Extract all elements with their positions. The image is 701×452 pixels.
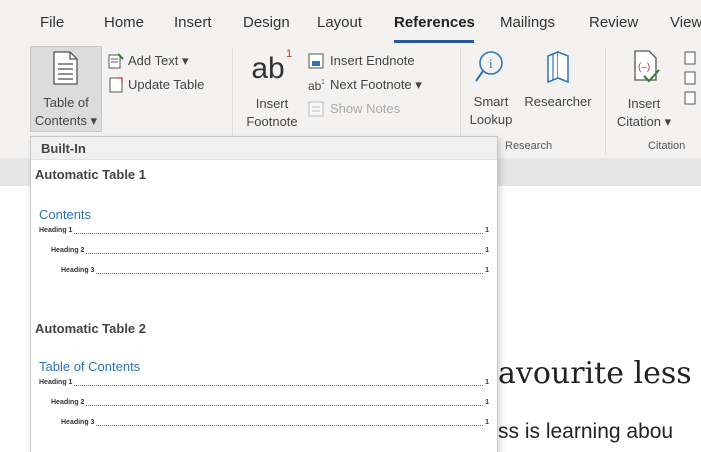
- automatic-table-2-option[interactable]: Automatic Table 2 Table of Contents Head…: [31, 315, 497, 452]
- document-body-text[interactable]: ss is learning abou: [498, 420, 673, 444]
- add-text-button[interactable]: Add Text ▾: [106, 52, 226, 70]
- researcher-button[interactable]: Researcher: [520, 46, 596, 130]
- insert-endnote-icon: [308, 53, 324, 69]
- toc-preview-title: Contents: [39, 207, 92, 222]
- insert-citation-line2: Citation ▾: [616, 114, 672, 129]
- next-footnote-button[interactable]: ab 1 Next Footnote ▾: [308, 76, 458, 94]
- show-notes-icon: [308, 101, 324, 117]
- word-window: File Home Insert Design Layout Reference…: [0, 0, 701, 452]
- research-group-label: Research: [505, 140, 553, 152]
- tab-insert[interactable]: Insert: [174, 14, 212, 31]
- insert-endnote-button[interactable]: Insert Endnote: [308, 52, 448, 70]
- tab-view[interactable]: View: [670, 14, 701, 31]
- tab-layout[interactable]: Layout: [317, 14, 362, 31]
- automatic-table-1-option[interactable]: Automatic Table 1 Contents Heading 1 1 H…: [31, 161, 497, 311]
- insert-endnote-label: Insert Endnote: [330, 53, 415, 68]
- table-of-contents-icon: [53, 51, 78, 85]
- tab-mailings[interactable]: Mailings: [500, 14, 555, 31]
- svg-text:(–): (–): [638, 62, 650, 73]
- active-tab-indicator: [394, 40, 474, 43]
- svg-text:1: 1: [321, 79, 325, 86]
- insert-citation-button[interactable]: (–) Insert Citation ▾: [612, 46, 676, 130]
- update-table-icon: [109, 77, 123, 93]
- tab-references[interactable]: References: [394, 14, 475, 31]
- add-text-label: Add Text ▾: [128, 53, 189, 68]
- next-footnote-label: Next Footnote ▾: [330, 77, 422, 92]
- toc-preview-entry: Heading 2 1: [51, 399, 489, 407]
- citations-group-label: Citation: [648, 140, 686, 152]
- tab-design[interactable]: Design: [243, 14, 290, 31]
- svg-text:i: i: [489, 56, 493, 71]
- toc-preview-entry: Heading 1 1: [39, 379, 489, 387]
- citation-tools-icons[interactable]: [684, 50, 696, 106]
- toc-gallery-dropdown: Built-In Automatic Table 1 Contents Head…: [30, 136, 498, 452]
- toc-preview-title: Table of Contents: [39, 359, 141, 374]
- footnote-superscript: 1: [286, 48, 293, 60]
- show-notes-label: Show Notes: [330, 101, 401, 116]
- automatic-table-1-title: Automatic Table 1: [35, 167, 147, 182]
- tab-file[interactable]: File: [40, 14, 64, 31]
- insert-citation-icon: (–): [634, 50, 660, 83]
- toc-preview-entry: Heading 1 1: [39, 227, 489, 235]
- svg-text:ab: ab: [308, 79, 322, 93]
- update-table-label: Update Table: [128, 77, 205, 92]
- researcher-icon: [547, 50, 569, 84]
- built-in-label: Built-In: [41, 141, 86, 156]
- add-text-icon: [108, 53, 124, 69]
- gallery-header: Built-In: [31, 137, 497, 160]
- toc-preview-entry: Heading 3 1: [61, 267, 489, 275]
- table-of-contents-button[interactable]: Table of Contents ▾: [30, 46, 102, 132]
- ribbon-tab-bar: File Home Insert Design Layout Reference…: [0, 0, 701, 44]
- tab-review[interactable]: Review: [589, 14, 638, 31]
- insert-footnote-line1: Insert: [255, 96, 289, 111]
- smart-lookup-icon: i: [475, 51, 503, 82]
- toc-label-line2: Contents ▾: [34, 113, 98, 128]
- smart-lookup-button[interactable]: i Smart Lookup: [464, 46, 518, 130]
- ribbon-separator: [605, 48, 606, 154]
- smart-lookup-line2: Lookup: [469, 112, 513, 127]
- toc-preview-entry: Heading 2 1: [51, 247, 489, 255]
- insert-footnote-line2: Footnote: [246, 114, 298, 129]
- smart-lookup-line1: Smart: [473, 94, 509, 109]
- document-heading[interactable]: avourite less: [498, 356, 692, 391]
- toc-preview-entry: Heading 3 1: [61, 419, 489, 427]
- next-footnote-icon: ab 1: [308, 79, 325, 93]
- tab-home[interactable]: Home: [104, 14, 144, 31]
- show-notes-button[interactable]: Show Notes: [308, 100, 428, 118]
- insert-footnote-button[interactable]: ab 1 Insert Footnote: [240, 46, 304, 130]
- update-table-button[interactable]: Update Table: [106, 76, 226, 94]
- toc-label-line1: Table of: [43, 95, 89, 110]
- automatic-table-2-title: Automatic Table 2: [35, 321, 147, 336]
- researcher-label: Researcher: [524, 94, 592, 109]
- insert-citation-line1: Insert: [627, 96, 661, 111]
